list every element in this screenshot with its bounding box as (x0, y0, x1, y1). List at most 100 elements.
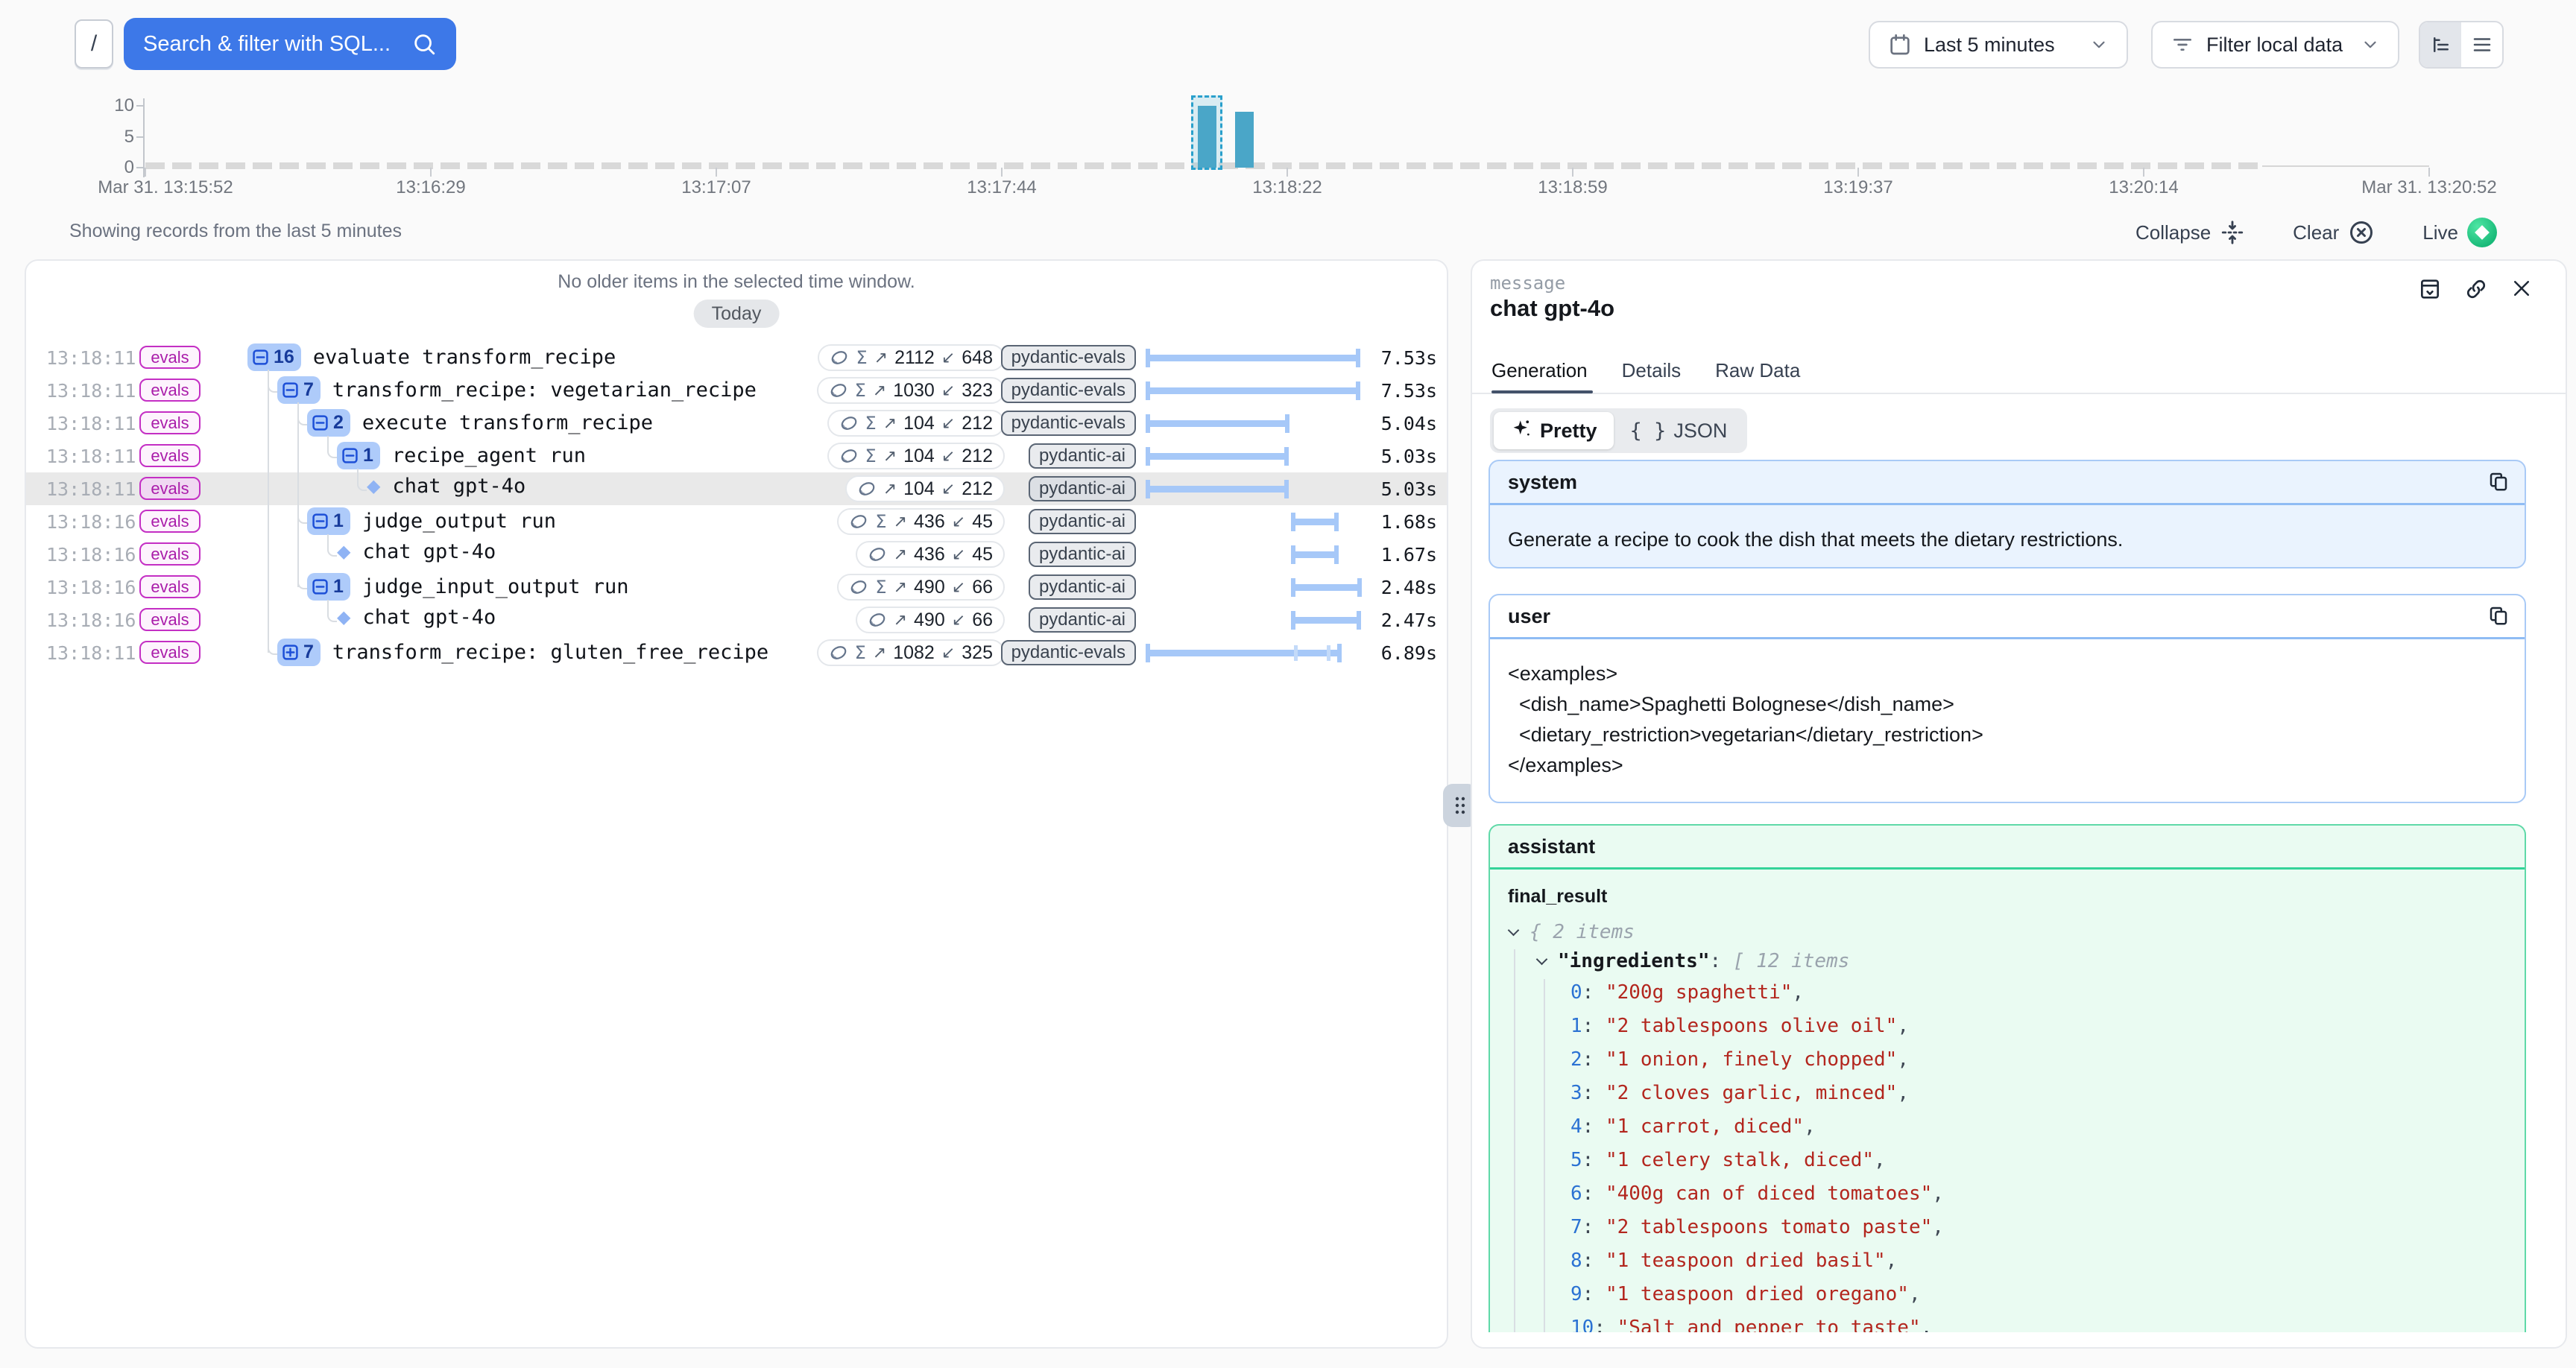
duration-bar (1146, 341, 1384, 374)
span-toggle-badge[interactable]: 7 (277, 376, 321, 404)
json-option[interactable]: { } JSON (1614, 412, 1744, 449)
pretty-option[interactable]: Pretty (1494, 412, 1614, 449)
search-input[interactable]: Search & filter with SQL... (124, 18, 456, 70)
trace-row[interactable]: 13:18:16evals◆chat gpt-4o↗490↙66pydantic… (26, 604, 1447, 636)
trace-row[interactable]: 13:18:16evals1judge_input_output runΣ↗49… (26, 571, 1447, 604)
evals-badge[interactable]: evals (139, 379, 201, 402)
duration-bar-end-cap (1356, 349, 1360, 367)
timeline-bar[interactable] (1198, 106, 1216, 168)
pretty-label: Pretty (1540, 419, 1597, 443)
records-timeline-chart: 0510Mar 31. 13:15:5213:16:2913:17:0713:1… (0, 82, 2576, 216)
evals-badge[interactable]: evals (139, 346, 201, 369)
list-view-icon (2471, 34, 2493, 56)
y-axis-tick-label: 5 (82, 127, 134, 148)
output-tokens-arrow-icon: ↙ (941, 414, 955, 433)
copy-link-icon[interactable] (2464, 277, 2488, 301)
evals-badge[interactable]: evals (139, 477, 201, 500)
json-item-index: 5 (1570, 1145, 1582, 1176)
duration-label: 7.53s (1381, 380, 1437, 402)
chevron-expand-icon[interactable] (1508, 924, 1520, 936)
search-icon (411, 31, 437, 57)
horizontal-scrollbar-track[interactable] (1472, 1332, 2566, 1347)
evals-badge[interactable]: evals (139, 411, 201, 434)
trace-row[interactable]: 13:18:11evals7transform_recipe: gluten_f… (26, 636, 1447, 669)
trace-row[interactable]: 13:18:11evals2execute transform_recipeΣ↗… (26, 407, 1447, 440)
x-axis-tick-label: 13:17:07 (597, 177, 836, 198)
evals-badge[interactable]: evals (139, 542, 201, 566)
evals-badge[interactable]: evals (139, 510, 201, 533)
evals-badge[interactable]: evals (139, 641, 201, 664)
list-view-toggle[interactable] (2461, 22, 2502, 67)
tree-view-toggle[interactable] (2420, 22, 2461, 67)
tree-elbow-connector (327, 600, 337, 622)
json-key: "ingredients" (1558, 946, 1710, 977)
timeline-bar[interactable] (1235, 112, 1254, 168)
input-tokens-arrow-icon: ↗ (874, 348, 888, 367)
json-item-index: 7 (1570, 1212, 1582, 1243)
child-count: 1 (333, 576, 344, 598)
trace-row[interactable]: 13:18:16evals1judge_output runΣ↗436↙45py… (26, 505, 1447, 538)
tab-details[interactable]: Details (1622, 359, 1681, 393)
minus-square-icon (342, 448, 358, 463)
input-tokens-count: 2112 (894, 347, 935, 369)
trace-row[interactable]: 13:18:11evals7transform_recipe: vegetari… (26, 374, 1447, 407)
span-toggle-badge[interactable]: 16 (247, 343, 301, 371)
today-pill[interactable]: Today (694, 300, 780, 328)
json-item-index: 0 (1570, 978, 1582, 1008)
json-array-count: [ 12 items (1733, 946, 1850, 977)
span-toggle-badge[interactable]: 1 (307, 507, 350, 535)
input-tokens-arrow-icon: ↗ (883, 414, 897, 433)
x-axis-tick (430, 168, 432, 177)
token-coin-icon (849, 577, 868, 597)
span-toggle-badge[interactable]: 1 (337, 442, 380, 469)
tree-vertical-connector (297, 402, 299, 587)
row-timestamp: 13:18:11 (46, 380, 136, 402)
tab-generation[interactable]: Generation (1491, 359, 1588, 393)
span-toggle-badge[interactable]: 2 (307, 409, 350, 437)
evals-badge[interactable]: evals (139, 575, 201, 598)
clear-button[interactable]: Clear (2293, 218, 2375, 247)
output-tokens-arrow-icon: ↙ (941, 348, 955, 367)
json-item-string: "1 carrot, diced" (1606, 1112, 1804, 1142)
evals-badge[interactable]: evals (139, 444, 201, 467)
trace-row[interactable]: 13:18:16evals◆chat gpt-4o↗436↙45pydantic… (26, 538, 1447, 571)
duration-bar-start-cap (1146, 349, 1150, 367)
leaf-diamond-icon: ◆ (337, 607, 350, 628)
token-usage-chip: Σ↗436↙45 (837, 508, 1005, 535)
json-array-item: 10: "Salt and pepper to taste", (1508, 1311, 2507, 1332)
duration-bar-line (1146, 486, 1289, 493)
span-toggle-badge[interactable]: 1 (307, 573, 350, 601)
span-toggle-badge[interactable]: 7 (277, 639, 321, 666)
tree-elbow-connector (327, 534, 337, 557)
span-label: execute transform_recipe (362, 411, 653, 434)
slash-shortcut-key[interactable]: / (75, 19, 113, 69)
trace-row[interactable]: 13:18:11evals1recipe_agent runΣ↗104↙212p… (26, 440, 1447, 472)
row-tree-cell: 2 execute transform_recipe (307, 409, 653, 437)
archive-check-icon[interactable] (2418, 277, 2442, 301)
detail-header-actions (2418, 277, 2533, 301)
status-actions: Collapse Clear Live (2135, 218, 2497, 247)
child-count: 1 (363, 445, 373, 466)
close-icon[interactable] (2510, 277, 2533, 301)
json-item-string: "Salt and pepper to taste" (1617, 1313, 1921, 1332)
evals-badge[interactable]: evals (139, 608, 201, 631)
duration-label: 1.68s (1381, 511, 1437, 533)
trace-row[interactable]: 13:18:11evals16evaluate transform_recipe… (26, 341, 1447, 374)
json-array-item: 9: "1 teaspoon dried oregano", (1508, 1278, 2507, 1311)
duration-label: 7.53s (1381, 347, 1437, 369)
duration-bar-line (1146, 355, 1360, 361)
copy-icon[interactable] (2487, 604, 2510, 627)
json-array-item: 3: "2 cloves garlic, minced", (1508, 1077, 2507, 1110)
duration-bar-start-cap (1146, 447, 1150, 466)
copy-icon[interactable] (2487, 470, 2510, 493)
row-tree-cell: ◆chat gpt-4o (367, 475, 525, 498)
live-toggle[interactable]: Live (2422, 218, 2497, 247)
collapse-button[interactable]: Collapse (2135, 218, 2245, 247)
time-range-button[interactable]: Last 5 minutes (1869, 21, 2128, 69)
tab-raw-data[interactable]: Raw Data (1715, 359, 1800, 393)
chevron-expand-icon[interactable] (1536, 953, 1548, 965)
output-tokens-count: 648 (962, 347, 993, 369)
duration-bar-line (1291, 617, 1361, 624)
filter-local-data-button[interactable]: Filter local data (2151, 21, 2399, 69)
trace-row[interactable]: 13:18:11evals◆chat gpt-4o↗104↙212pydanti… (26, 472, 1447, 505)
